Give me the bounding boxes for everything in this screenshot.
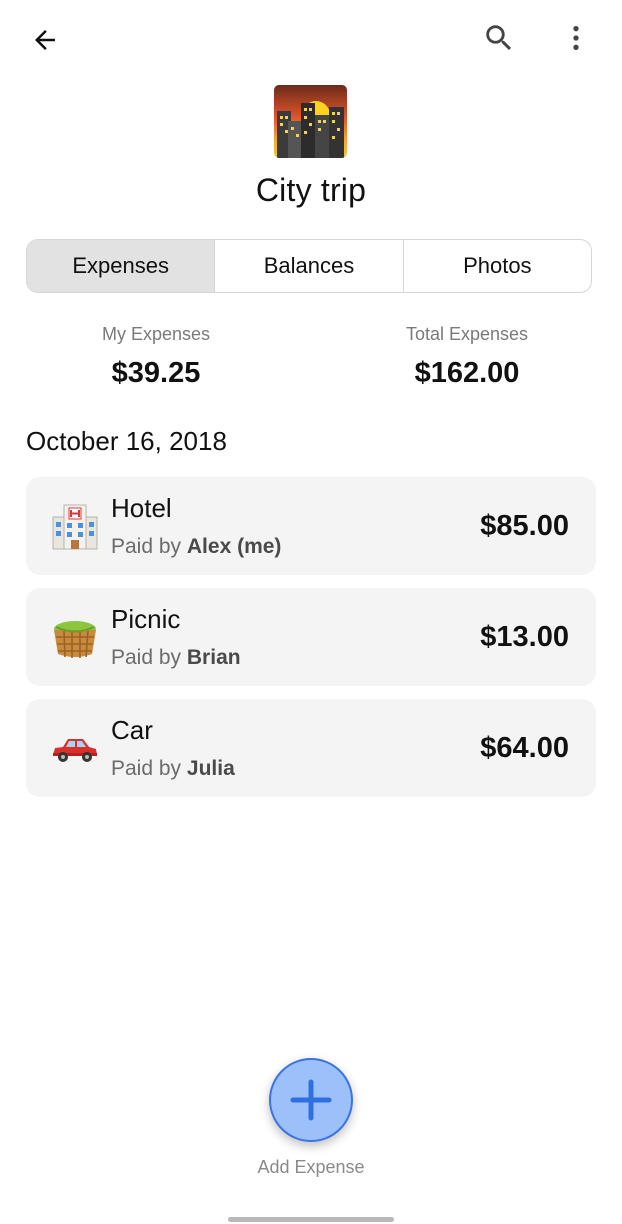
- add-expense-button[interactable]: [269, 1058, 353, 1142]
- expense-amount: $13.00: [480, 621, 569, 653]
- add-expense-label: Add Expense: [257, 1157, 365, 1177]
- payer-name: Julia: [186, 757, 235, 780]
- plus-icon: [290, 1079, 332, 1121]
- back-button[interactable]: [22, 17, 68, 63]
- tab-balances[interactable]: Balances: [215, 240, 404, 292]
- arrow-left-icon: [35, 30, 55, 50]
- expense-amount: $85.00: [480, 510, 569, 542]
- tab-expenses[interactable]: Expenses: [27, 240, 216, 292]
- expense-title: Car: [111, 715, 153, 745]
- expense-screen: City trip Expenses Balances Photos My Ex…: [0, 0, 622, 1224]
- car-icon: [50, 723, 100, 773]
- total-expenses-label: Total Expenses: [405, 324, 529, 344]
- expense-paid-by: Paid by Alex (me): [111, 535, 281, 559]
- expense-amount: $64.00: [480, 732, 569, 764]
- expense-item-picnic[interactable]: Picnic Paid by Brian $13.00: [26, 588, 596, 686]
- my-expenses-value: $39.25: [111, 357, 201, 389]
- paid-by-label: Paid by: [111, 535, 187, 558]
- expense-title: Picnic: [111, 604, 181, 634]
- tab-photos[interactable]: Photos: [404, 240, 591, 292]
- total-expenses-value: $162.00: [414, 357, 520, 389]
- payer-name: Brian: [186, 646, 241, 669]
- search-button[interactable]: [474, 15, 524, 61]
- home-indicator[interactable]: [228, 1217, 394, 1222]
- picnic-basket-icon: [50, 612, 100, 662]
- my-expenses-summary: My Expenses $39.25: [36, 324, 276, 390]
- date-header: October 16, 2018: [26, 426, 227, 456]
- total-expenses-summary: Total Expenses $162.00: [347, 324, 587, 390]
- expense-item-hotel[interactable]: Hotel Paid by Alex (me) $85.00: [26, 477, 596, 575]
- expense-paid-by: Paid by Brian: [111, 646, 241, 670]
- expense-item-car[interactable]: Car Paid by Julia $64.00: [26, 699, 596, 797]
- expense-title: Hotel: [111, 493, 172, 523]
- payer-name: Alex (me): [186, 535, 282, 558]
- search-icon: [486, 25, 512, 51]
- segmented-tabs: Expenses Balances Photos: [26, 239, 592, 293]
- top-app-bar: [0, 0, 622, 80]
- city-sunset-icon: [274, 85, 347, 158]
- more-options-button[interactable]: [553, 15, 599, 61]
- more-vert-icon: [573, 26, 579, 50]
- my-expenses-label: My Expenses: [101, 324, 211, 344]
- expense-paid-by: Paid by Julia: [111, 757, 235, 781]
- trip-title: City trip: [255, 172, 367, 208]
- hotel-icon: [50, 501, 100, 551]
- paid-by-label: Paid by: [111, 646, 187, 669]
- paid-by-label: Paid by: [111, 757, 187, 780]
